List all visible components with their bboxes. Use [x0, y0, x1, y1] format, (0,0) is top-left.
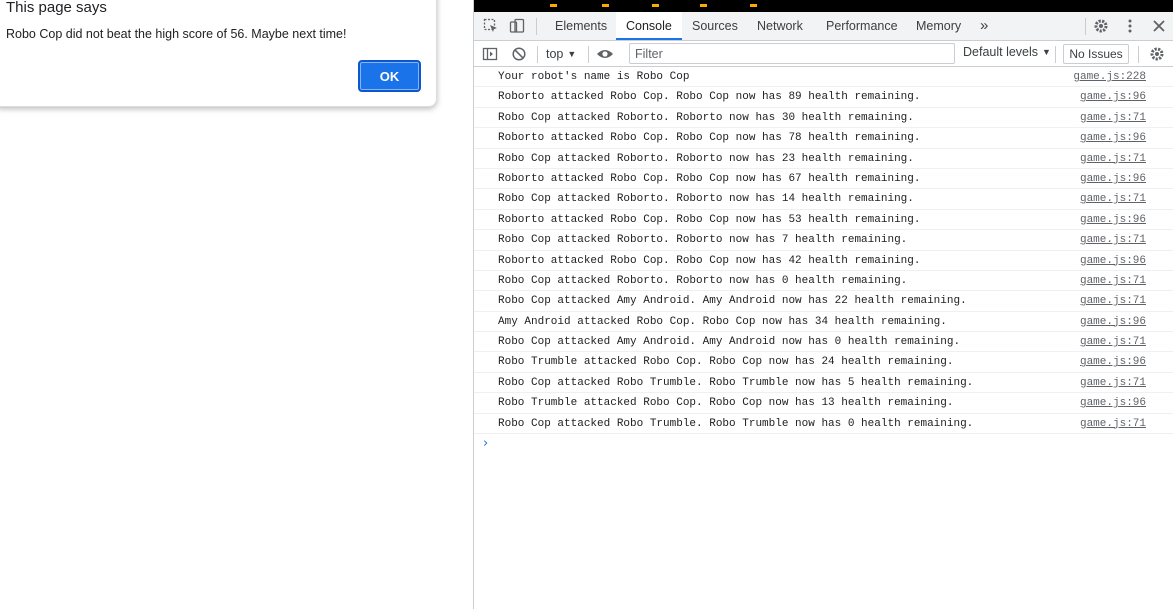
inspect-element-icon[interactable]	[482, 17, 500, 35]
log-message: Robo Cop attacked Amy Android. Amy Andro…	[498, 295, 967, 308]
log-source-link[interactable]: game.js:96	[1080, 132, 1146, 144]
clear-console-icon[interactable]	[510, 45, 528, 63]
issues-button[interactable]: No Issues	[1063, 44, 1129, 64]
log-message: Roborto attacked Robo Cop. Robo Cop now …	[498, 213, 921, 226]
log-source-link[interactable]: game.js:71	[1080, 418, 1146, 430]
console-prompt[interactable]: ›	[474, 434, 1173, 454]
console-log-area: Your robot's name is Robo Cop game.js:228…	[474, 67, 1173, 454]
tabbar-divider	[536, 18, 537, 35]
log-message: Robo Trumble attacked Robo Cop. Robo Cop…	[498, 356, 954, 369]
alert-dialog: This page says Robo Cop did not beat the…	[0, 0, 437, 107]
console-log-row: Roborto attacked Robo Cop. Robo Cop now …	[474, 251, 1173, 271]
log-message: Robo Cop attacked Roborto. Roborto now h…	[498, 152, 914, 165]
prompt-chevron-icon: ›	[483, 436, 489, 452]
toolbar-divider	[537, 46, 538, 63]
log-source-link[interactable]: game.js:71	[1080, 234, 1146, 246]
log-message: Roborto attacked Robo Cop. Robo Cop now …	[498, 172, 921, 185]
log-source-link[interactable]: game.js:96	[1080, 255, 1146, 267]
log-message: Robo Cop attacked Robo Trumble. Robo Tru…	[498, 376, 974, 389]
log-source-link[interactable]: game.js:71	[1080, 295, 1146, 307]
log-message: Robo Cop attacked Amy Android. Amy Andro…	[498, 336, 961, 349]
tab-performance[interactable]: Performance	[816, 12, 908, 40]
context-selector[interactable]: top ▼	[546, 45, 576, 63]
tab-elements[interactable]: Elements	[545, 12, 617, 40]
ok-button[interactable]: OK	[358, 60, 421, 92]
log-message: Robo Cop attacked Robo Trumble. Robo Tru…	[498, 417, 974, 430]
dialog-title: This page says	[6, 0, 107, 16]
console-log-row: Robo Trumble attacked Robo Cop. Robo Cop…	[474, 352, 1173, 373]
page-top-strip	[474, 0, 1173, 12]
devtools-tabbar: Elements Console Sources Network Perform…	[474, 12, 1173, 41]
log-source-link[interactable]: game.js:96	[1080, 356, 1146, 368]
console-log-row: Roborto attacked Robo Cop. Robo Cop now …	[474, 210, 1173, 231]
settings-gear-icon[interactable]	[1092, 17, 1110, 35]
toolbar-divider-2	[588, 46, 589, 63]
console-toolbar: top ▼ Default levels ▼ No Issues	[474, 41, 1173, 67]
context-value: top	[546, 47, 564, 61]
console-log-row: Amy Android attacked Robo Cop. Robo Cop …	[474, 312, 1173, 333]
dialog-message: Robo Cop did not beat the high score of …	[6, 27, 347, 41]
log-message: Roborto attacked Robo Cop. Robo Cop now …	[498, 254, 921, 267]
console-log-row: Robo Cop attacked Roborto. Roborto now h…	[474, 108, 1173, 129]
console-log-row: Robo Cop attacked Amy Android. Amy Andro…	[474, 332, 1173, 353]
console-log-row: Robo Cop attacked Robo Trumble. Robo Tru…	[474, 414, 1173, 435]
more-tabs-icon[interactable]: »	[970, 12, 998, 40]
log-message: Robo Cop attacked Roborto. Roborto now h…	[498, 274, 908, 287]
console-log-row: Robo Cop attacked Robo Trumble. Robo Tru…	[474, 373, 1173, 394]
console-settings-gear-icon[interactable]	[1148, 45, 1166, 63]
filter-input[interactable]	[629, 43, 955, 64]
sidebar-toggle-icon[interactable]	[481, 45, 499, 63]
log-message: Robo Cop attacked Roborto. Roborto now h…	[498, 193, 914, 206]
log-message: Amy Android attacked Robo Cop. Robo Cop …	[498, 315, 947, 328]
dropdown-arrow-icon: ▼	[567, 49, 577, 59]
log-source-link[interactable]: game.js:96	[1080, 173, 1146, 185]
log-message: Your robot's name is Robo Cop	[498, 71, 690, 83]
console-log-row: Roborto attacked Robo Cop. Robo Cop now …	[474, 128, 1173, 149]
devtools-panel: Elements Console Sources Network Perform…	[473, 0, 1173, 609]
tab-sources[interactable]: Sources	[682, 12, 748, 40]
log-source-link[interactable]: game.js:71	[1080, 153, 1146, 165]
levels-label: Default levels	[963, 45, 1039, 59]
console-log-row: Your robot's name is Robo Cop game.js:228	[474, 67, 1173, 88]
close-icon[interactable]	[1150, 17, 1168, 35]
log-source-link[interactable]: game.js:71	[1080, 193, 1146, 205]
console-log-row: Robo Cop attacked Amy Android. Amy Andro…	[474, 291, 1173, 312]
tab-console[interactable]: Console	[616, 12, 682, 40]
console-log-row: Roborto attacked Robo Cop. Robo Cop now …	[474, 169, 1173, 190]
console-log-row: Robo Cop attacked Roborto. Roborto now h…	[474, 149, 1173, 169]
log-source-link[interactable]: game.js:96	[1080, 91, 1146, 103]
log-message: Roborto attacked Robo Cop. Robo Cop now …	[498, 91, 921, 104]
log-source-link[interactable]: game.js:96	[1080, 397, 1146, 409]
log-message: Robo Cop attacked Roborto. Roborto now h…	[498, 234, 908, 247]
log-source-link[interactable]: game.js:96	[1080, 214, 1146, 226]
toolbar-divider-3	[1055, 46, 1056, 63]
levels-dropdown-arrow-icon: ▼	[1042, 47, 1051, 57]
page-viewport: This page says Robo Cop did not beat the…	[0, 0, 473, 609]
console-log-row: Robo Cop attacked Roborto. Roborto now h…	[474, 230, 1173, 251]
tab-network[interactable]: Network	[747, 12, 813, 40]
tab-memory[interactable]: Memory	[906, 12, 971, 40]
log-source-link[interactable]: game.js:71	[1080, 275, 1146, 287]
log-message: Roborto attacked Robo Cop. Robo Cop now …	[498, 132, 921, 145]
log-source-link[interactable]: game.js:71	[1080, 377, 1146, 389]
log-source-link[interactable]: game.js:71	[1080, 336, 1146, 348]
live-expression-eye-icon[interactable]	[596, 45, 614, 63]
console-log-row: Robo Cop attacked Roborto. Roborto now h…	[474, 189, 1173, 210]
console-log-row: Robo Cop attacked Roborto. Roborto now h…	[474, 271, 1173, 292]
log-message: Robo Trumble attacked Robo Cop. Robo Cop…	[498, 397, 954, 410]
log-levels-dropdown[interactable]: Default levels ▼	[963, 45, 1051, 59]
toolbar-divider-4	[1138, 46, 1139, 63]
console-log-row: Robo Trumble attacked Robo Cop. Robo Cop…	[474, 393, 1173, 414]
log-source-link[interactable]: game.js:96	[1080, 316, 1146, 328]
log-source-link[interactable]: game.js:71	[1080, 112, 1146, 124]
log-source-link[interactable]: game.js:228	[1073, 71, 1146, 83]
device-toolbar-icon[interactable]	[508, 17, 526, 35]
more-options-icon[interactable]	[1121, 17, 1139, 35]
tabbar-divider-right	[1085, 18, 1086, 35]
console-log-row: Roborto attacked Robo Cop. Robo Cop now …	[474, 87, 1173, 108]
log-message: Robo Cop attacked Roborto. Roborto now h…	[498, 111, 914, 124]
